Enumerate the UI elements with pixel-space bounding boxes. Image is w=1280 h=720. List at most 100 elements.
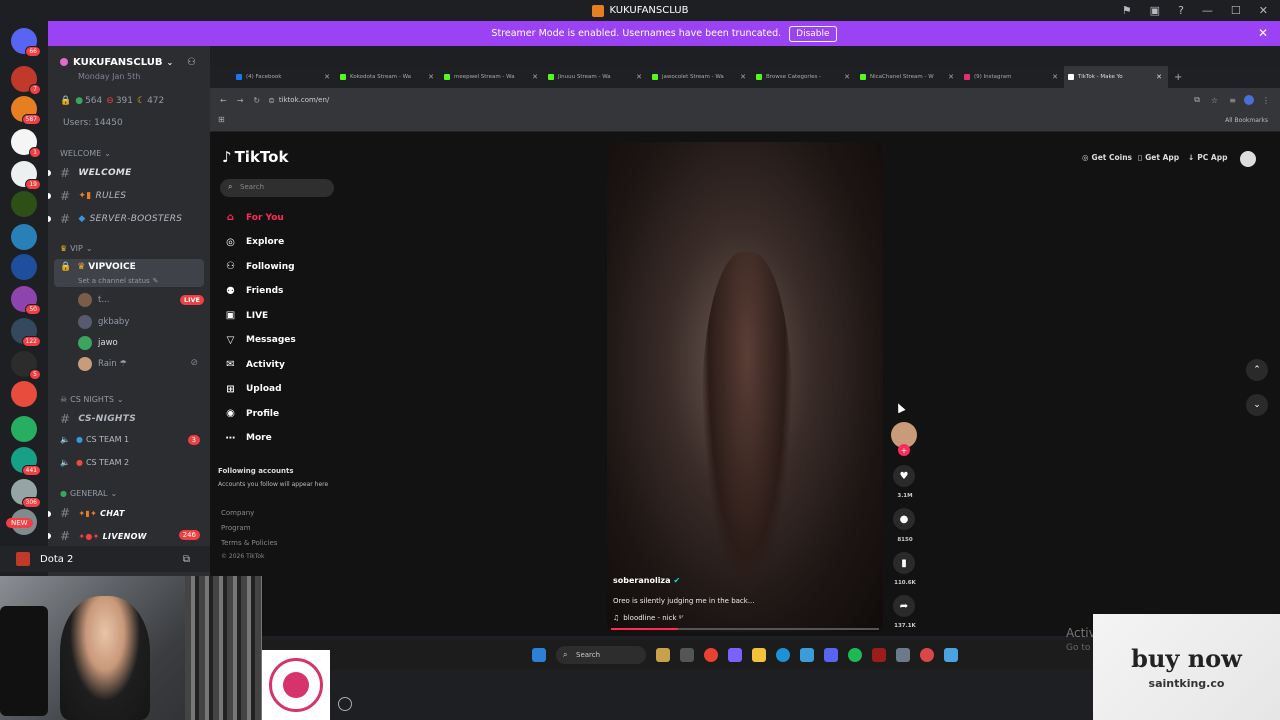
close-icon[interactable]: ✕ <box>1258 26 1268 40</box>
channel-cs-team-1[interactable]: 🔈 ● CS TEAM 1 <box>60 435 129 444</box>
channel-status[interactable]: Set a channel status ✎ <box>78 277 159 285</box>
channel-welcome[interactable]: # WELCOME <box>60 166 132 180</box>
taskbar-search[interactable]: ⌕ Search <box>556 646 646 664</box>
video-progress[interactable] <box>611 628 879 630</box>
screen-share-icon[interactable]: ⧉ <box>183 554 190 565</box>
forward-icon[interactable]: → <box>237 96 244 105</box>
obs-icon[interactable] <box>896 648 910 662</box>
get-coins-button[interactable]: ◎ Get Coins <box>1082 153 1132 162</box>
nav-upload[interactable]: ⊞ Upload <box>224 383 281 396</box>
channel-server-boosters[interactable]: # ◆ SERVER-BOOSTERS <box>60 212 182 226</box>
cast-icon[interactable]: ⧉ <box>1194 95 1200 105</box>
pc-app-button[interactable]: ↓ PC App <box>1188 153 1227 162</box>
widgets-icon[interactable] <box>656 648 670 662</box>
new-tab-button[interactable]: + <box>1174 72 1182 83</box>
back-icon[interactable]: ← <box>220 96 227 105</box>
spotify-icon[interactable] <box>848 648 862 662</box>
apps-icon[interactable]: ⊞ <box>218 115 225 124</box>
server-icon[interactable]: 19 <box>11 161 41 190</box>
browser-tab[interactable]: jawocolet Stream - Wa ✕ <box>648 66 752 88</box>
browser-tab[interactable]: (4) Facebook ✕ <box>232 66 336 88</box>
server-icon[interactable] <box>11 224 37 250</box>
server-icon[interactable]: 441 <box>11 447 41 476</box>
channel-cs-team-2[interactable]: 🔈 ● CS TEAM 2 <box>60 458 129 467</box>
server-icon[interactable] <box>11 416 37 442</box>
browser-tab[interactable]: meepwel Stream - Wa ✕ <box>440 66 544 88</box>
discord-icon[interactable] <box>824 648 838 662</box>
server-icon[interactable]: 7 <box>11 66 41 95</box>
profile-avatar[interactable] <box>1244 95 1254 105</box>
footer-company[interactable]: Company <box>221 509 254 517</box>
nav-messages[interactable]: ▽ Messages <box>224 334 296 347</box>
menu-icon[interactable]: ⋮ <box>1262 96 1270 105</box>
voice-user[interactable]: gkbaby <box>78 315 129 329</box>
gift-icon[interactable] <box>338 697 352 711</box>
server-icon[interactable]: 122 <box>11 318 41 347</box>
add-member-icon[interactable]: ⚇ <box>187 57 196 68</box>
server-icon[interactable]: 50 <box>11 286 41 315</box>
maximize-button[interactable]: ☐ <box>1231 4 1241 17</box>
channel-livenow[interactable]: # ✦●✦ LIVENOW <box>60 529 147 543</box>
star-icon[interactable]: ☆ <box>1211 96 1218 105</box>
voice-user[interactable]: t... <box>78 293 109 307</box>
server-icon[interactable]: 5 <box>11 351 41 380</box>
like-button[interactable]: ♥ <box>893 465 915 487</box>
browser-tab[interactable]: TikTok - Make Yo ✕ <box>1064 66 1168 88</box>
nav-explore[interactable]: ◎ Explore <box>224 236 284 249</box>
minimize-button[interactable]: — <box>1202 4 1213 17</box>
channel-chat[interactable]: # ✦▮✦ CHAT <box>60 506 125 520</box>
server-icon[interactable]: 306 <box>11 479 41 508</box>
file-explorer-icon[interactable] <box>752 648 766 662</box>
channel-cs-nights[interactable]: # CS-NIGHTS <box>60 412 136 426</box>
nav-following[interactable]: ⚇ Following <box>224 260 295 273</box>
video-username[interactable]: soberanoliza ✔ <box>613 576 680 585</box>
nav-for-you[interactable]: ⌂ For You <box>224 211 284 224</box>
category-vip[interactable]: ♛ VIP ⌄ <box>60 244 93 253</box>
windows-start-icon[interactable] <box>532 648 546 662</box>
get-app-button[interactable]: ▯ Get App <box>1138 153 1179 162</box>
previous-video-button[interactable]: ⌃ <box>1246 359 1268 381</box>
server-icon[interactable]: 66 <box>11 28 41 57</box>
close-tab-icon[interactable]: ✕ <box>740 73 746 81</box>
footer-program[interactable]: Program <box>221 524 251 532</box>
browser-tab[interactable]: NicaChanel Stream - W ✕ <box>856 66 960 88</box>
reload-icon[interactable]: ↻ <box>253 96 260 105</box>
comment-button[interactable]: ● <box>893 508 915 530</box>
channel-vipvoice[interactable]: 🔒 ♛ VIPVOICE <box>60 262 136 272</box>
follow-plus-icon[interactable]: + <box>898 444 910 456</box>
dota-icon[interactable] <box>872 648 886 662</box>
voice-user[interactable]: Rain ☂ <box>78 357 127 371</box>
browser-tab[interactable]: (9) Instagram ✕ <box>960 66 1064 88</box>
copilot-icon[interactable] <box>728 648 742 662</box>
disable-streamer-button[interactable]: Disable <box>789 25 837 42</box>
footer-terms[interactable]: Terms & Policies <box>221 539 277 547</box>
nav-more[interactable]: ⋯ More <box>224 432 272 445</box>
close-button[interactable]: ✕ <box>1259 4 1268 17</box>
close-tab-icon[interactable]: ✕ <box>636 73 642 81</box>
close-tab-icon[interactable]: ✕ <box>428 73 434 81</box>
site-info-icon[interactable]: ⊜ <box>268 96 275 105</box>
browser-tab[interactable]: Kokodota Stream - Wa ✕ <box>336 66 440 88</box>
browser-tab[interactable]: Jinuuu Stream - Wa ✕ <box>544 66 648 88</box>
close-tab-icon[interactable]: ✕ <box>532 73 538 81</box>
save-button[interactable]: ▮ <box>893 552 915 574</box>
next-video-button[interactable]: ⌄ <box>1246 394 1268 416</box>
category-welcome[interactable]: WELCOME ⌄ <box>60 149 111 158</box>
video-music[interactable]: ♫ bloodline - nick ᵍʳ <box>613 614 683 622</box>
search-input[interactable]: ⌕ Search <box>220 179 334 197</box>
server-icon[interactable]: 1 <box>11 129 41 158</box>
video-player[interactable] <box>607 142 883 632</box>
close-tab-icon[interactable]: ✕ <box>844 73 850 81</box>
all-bookmarks[interactable]: All Bookmarks <box>1225 117 1268 124</box>
chrome-icon[interactable] <box>704 648 718 662</box>
profile-avatar[interactable] <box>1240 151 1256 167</box>
task-view-icon[interactable] <box>680 648 694 662</box>
voice-user[interactable]: jawo <box>78 336 118 350</box>
settings-icon[interactable] <box>920 648 934 662</box>
browser-tab[interactable]: Browse Categories - ✕ <box>752 66 856 88</box>
extensions-icon[interactable]: ≡ <box>1229 96 1236 105</box>
server-icon[interactable] <box>11 191 37 217</box>
edge-icon[interactable] <box>776 648 790 662</box>
help-icon[interactable]: ? <box>1178 4 1184 17</box>
inbox-icon[interactable]: ▣ <box>1150 4 1160 17</box>
